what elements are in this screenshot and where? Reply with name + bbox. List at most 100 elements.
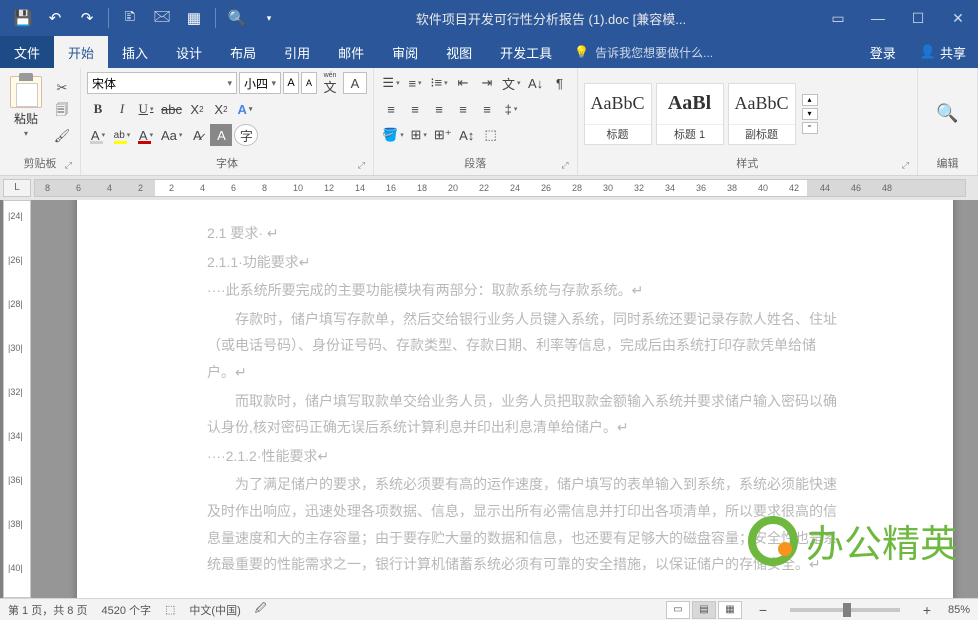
zoom-level[interactable]: 85% [948, 604, 970, 616]
increase-indent-icon[interactable]: ⇥ [476, 72, 498, 94]
borders-icon[interactable]: ⊞▾ [408, 124, 430, 146]
read-mode-icon[interactable]: ▭ [666, 601, 690, 619]
styles-up-icon[interactable]: ▴ [802, 94, 818, 106]
style-gallery-item[interactable]: AaBbC标题 [584, 83, 652, 145]
qat-icon-1[interactable]: 🗈 [115, 3, 145, 33]
tab-insert[interactable]: 插入 [108, 36, 162, 68]
font-color-icon[interactable]: A▾ [135, 124, 157, 146]
sort-az-icon[interactable]: A↕ [456, 124, 478, 146]
cut-icon[interactable]: ✂ [50, 78, 74, 98]
ruler-corner[interactable]: L [3, 179, 31, 197]
minimize-icon[interactable]: ― [858, 3, 898, 33]
vertical-ruler[interactable]: |24||26||28||30||32||34||36||38||40| [3, 200, 31, 598]
tab-design[interactable]: 设计 [162, 36, 216, 68]
page-viewport[interactable]: 2.1 要求· ↵2.1.1·功能要求↵····此系统所要完成的主要功能模块有两… [31, 200, 978, 598]
asian-layout-icon[interactable]: 文▾ [500, 72, 523, 94]
zoom-in-button[interactable]: + [920, 602, 934, 618]
document-paragraph[interactable]: ····此系统所要完成的主要功能模块有两部分：取款系统与存款系统。↵ [207, 277, 843, 304]
numbering-icon[interactable]: ≡▾ [404, 72, 426, 94]
qat-icon-2[interactable]: 🖂 [147, 3, 177, 33]
underline-button[interactable]: U▾ [135, 98, 157, 120]
styles-more-icon[interactable]: ⁼ [802, 122, 818, 134]
table-icon[interactable]: ▦ [179, 3, 209, 33]
maximize-icon[interactable]: ☐ [898, 3, 938, 33]
italic-button[interactable]: I [111, 98, 133, 120]
track-changes-icon[interactable]: 🖉 [255, 600, 267, 619]
text-effects-icon[interactable]: A▾ [234, 98, 256, 120]
word-count[interactable]: 4520 个字 [101, 602, 151, 618]
strikethrough-button[interactable]: abc [159, 98, 184, 120]
tab-file[interactable]: 文件 [0, 36, 54, 68]
tab-review[interactable]: 审阅 [378, 36, 432, 68]
share-button[interactable]: 👤 共享 [908, 36, 978, 68]
document-paragraph[interactable]: 而取款时，储户填写取款单交给业务人员，业务人员把取款金额输入系统并要求储户输入密… [207, 388, 843, 441]
highlight-icon[interactable]: A▾ [87, 124, 109, 146]
justify-icon[interactable]: ≡ [452, 98, 474, 120]
tab-view[interactable]: 视图 [432, 36, 486, 68]
tab-layout[interactable]: 布局 [216, 36, 270, 68]
font-size-combo[interactable]: 小四▾ [239, 72, 281, 94]
grow-font-icon[interactable]: A [283, 72, 299, 94]
document-paragraph[interactable]: 2.1.1·功能要求↵ [207, 249, 843, 276]
shading-icon[interactable]: 🪣▾ [380, 124, 406, 146]
language-indicator[interactable]: 中文(中国) [189, 602, 240, 618]
tab-references[interactable]: 引用 [270, 36, 324, 68]
char-shading-icon[interactable]: A [210, 124, 232, 146]
tab-home[interactable]: 开始 [54, 36, 108, 68]
redo-icon[interactable]: ↷ [72, 3, 102, 33]
paragraph-launcher-icon[interactable]: ⤢ [561, 160, 568, 171]
document-paragraph[interactable]: 2.1 要求· ↵ [207, 220, 843, 247]
clipboard-launcher-icon[interactable]: ⤢ [65, 160, 72, 171]
format-painter-icon[interactable]: 🖌 [50, 126, 74, 146]
document-paragraph[interactable]: ····2.1.2·性能要求↵ [207, 443, 843, 470]
align-left-icon[interactable]: ≡ [380, 98, 402, 120]
ribbon-display-icon[interactable]: ▭ [818, 3, 858, 33]
superscript-button[interactable]: X2 [210, 98, 232, 120]
web-layout-icon[interactable]: ▦ [718, 601, 742, 619]
bold-button[interactable]: B [87, 98, 109, 120]
print-layout-icon[interactable]: ▤ [692, 601, 716, 619]
styles-launcher-icon[interactable]: ⤢ [902, 160, 909, 171]
zoom-out-button[interactable]: − [756, 602, 770, 618]
preview-icon[interactable]: 🔍 [222, 3, 252, 33]
zoom-slider[interactable] [790, 608, 900, 612]
font-name-combo[interactable]: 宋体▾ [87, 72, 237, 94]
align-center-icon[interactable]: ≡ [404, 98, 426, 120]
spellcheck-icon[interactable]: ⬚ [165, 603, 175, 616]
subscript-button[interactable]: X2 [186, 98, 208, 120]
style-gallery-item[interactable]: AaBl标题 1 [656, 83, 724, 145]
undo-icon[interactable]: ↶ [40, 3, 70, 33]
change-case-icon[interactable]: Aa▾ [159, 124, 184, 146]
login-button[interactable]: 登录 [858, 36, 908, 68]
paste-button[interactable]: 粘贴 ▾ [6, 72, 46, 138]
tell-me-search[interactable]: 💡 告诉我您想要做什么... [574, 36, 713, 68]
show-marks-icon[interactable]: ¶ [549, 72, 571, 94]
snap-grid-icon[interactable]: ⊞⁺ [432, 124, 454, 146]
char-border-icon[interactable]: A [343, 72, 367, 94]
shrink-font-icon[interactable]: A [301, 72, 317, 94]
multilevel-icon[interactable]: ⁝≡▾ [428, 72, 450, 94]
font-launcher-icon[interactable]: ⤢ [358, 160, 365, 171]
highlight-color-icon[interactable]: ab▾ [111, 124, 133, 146]
styles-down-icon[interactable]: ▾ [802, 108, 818, 120]
qat-more-icon[interactable]: ▾ [254, 3, 284, 33]
style-gallery-item[interactable]: AaBbC副标题 [728, 83, 796, 145]
copy-icon[interactable]: 🗐 [50, 102, 74, 122]
enclose-char-icon[interactable]: 字 [234, 124, 258, 146]
sort-icon[interactable]: A↓ [525, 72, 547, 94]
close-icon[interactable]: ✕ [938, 3, 978, 33]
line-spacing-icon[interactable]: ‡▾ [500, 98, 522, 120]
select-objects-icon[interactable]: ⬚ [480, 124, 502, 146]
page-indicator[interactable]: 第 1 页，共 8 页 [8, 602, 87, 618]
horizontal-ruler[interactable]: 8642246810121416182022242628303234363840… [34, 179, 966, 197]
document-paragraph[interactable]: 存款时，储户填写存款单，然后交给银行业务人员键入系统，同时系统还要记录存款人姓名… [207, 306, 843, 386]
align-right-icon[interactable]: ≡ [428, 98, 450, 120]
tab-mail[interactable]: 邮件 [324, 36, 378, 68]
bullets-icon[interactable]: ☰▾ [380, 72, 402, 94]
save-icon[interactable]: 💾 [8, 3, 38, 33]
decrease-indent-icon[interactable]: ⇤ [452, 72, 474, 94]
distribute-icon[interactable]: ≡ [476, 98, 498, 120]
find-icon[interactable]: 🔍 [936, 103, 958, 124]
phonetic-icon[interactable]: wén文 [319, 72, 341, 94]
clear-format-icon[interactable]: A̷ [186, 124, 208, 146]
